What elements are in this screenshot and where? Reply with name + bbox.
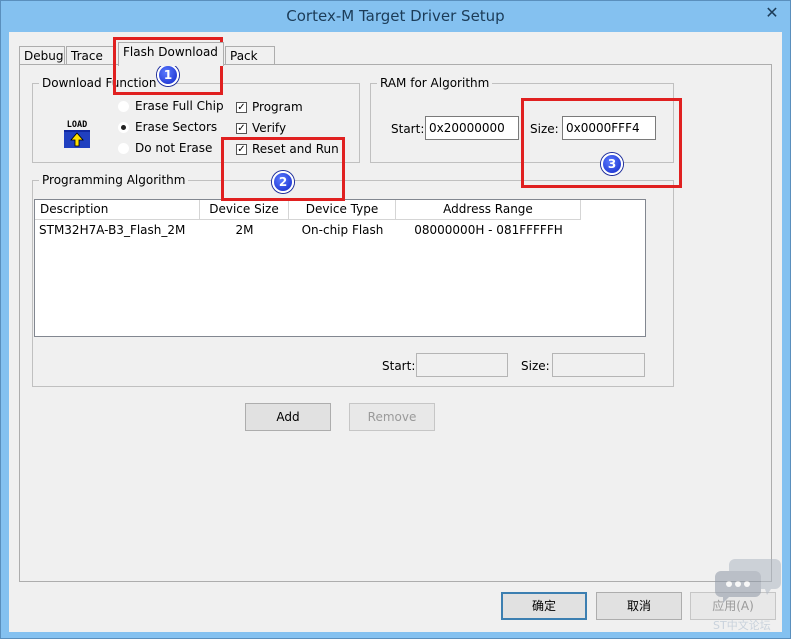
checkbox-reset-and-run-label: Reset and Run [252,142,339,156]
radio-do-not-erase-label: Do not Erase [135,141,213,155]
cancel-button[interactable]: 取消 [596,592,682,620]
ram-size-label: Size: [530,122,559,136]
cell-address-range: 08000000H - 081FFFFFH [414,223,563,237]
dialog-client-area: Debug Trace Flash Download Pack Download… [9,32,782,632]
checkbox-reset-and-run[interactable]: ✓ Reset and Run [236,141,339,157]
ram-start-input[interactable]: 0x20000000 [425,116,519,140]
ram-start-label: Start: [391,122,425,136]
algorithm-start-input[interactable] [416,353,508,377]
flash-download-panel: Download Function LOAD Erase Full Chip E… [19,64,772,582]
tab-pack[interactable]: Pack [225,46,275,65]
remove-button[interactable]: Remove [349,403,435,431]
algorithm-size-input[interactable] [552,353,645,377]
checkbox-program[interactable]: ✓ Program [236,99,303,115]
column-address-range[interactable]: Address Range [396,200,581,220]
ram-for-algorithm-group: RAM for Algorithm Start: 0x20000000 Size… [370,76,674,163]
radio-erase-full-chip-label: Erase Full Chip [135,99,224,113]
cell-device-size: 2M [235,223,254,237]
load-icon: LOAD [64,120,90,148]
checkbox-verify-box[interactable]: ✓ [236,122,247,134]
programming-algorithm-label: Programming Algorithm [39,173,189,187]
checkbox-verify-label: Verify [252,121,287,135]
cell-description: STM32H7A-B3_Flash_2M [39,223,186,237]
radio-do-not-erase[interactable]: Do not Erase [118,140,212,156]
ok-button[interactable]: 确定 [501,592,587,620]
watermark-chat-icon [715,559,781,603]
column-description[interactable]: Description [35,200,200,220]
add-button[interactable]: Add [245,403,331,431]
table-row[interactable]: STM32H7A-B3_Flash_2M 2M On-chip Flash 08… [35,220,645,240]
download-function-group: Download Function LOAD Erase Full Chip E… [32,76,360,163]
dialog-window: Cortex-M Target Driver Setup ✕ Debug Tra… [0,0,791,639]
radio-erase-sectors[interactable]: Erase Sectors [118,119,217,135]
column-device-size[interactable]: Device Size [200,200,289,220]
ram-size-input[interactable]: 0x0000FFF4 [562,116,656,140]
close-icon[interactable]: ✕ [757,1,787,23]
algorithm-list-header: Description Device Size Device Type Addr… [35,200,645,220]
tab-flash-download[interactable]: Flash Download [118,42,224,66]
checkbox-reset-and-run-box[interactable]: ✓ [236,143,247,155]
checkbox-program-box[interactable]: ✓ [236,101,247,113]
annotation-badge-2: 2 [272,171,294,193]
annotation-badge-1: 1 [157,64,179,86]
tab-debug[interactable]: Debug [19,46,65,65]
algorithm-list[interactable]: Description Device Size Device Type Addr… [34,199,646,337]
algorithm-size-label: Size: [521,359,550,373]
ram-for-algorithm-label: RAM for Algorithm [377,76,493,90]
radio-erase-full-chip[interactable]: Erase Full Chip [118,98,224,114]
checkbox-program-label: Program [252,100,303,114]
radio-erase-sectors-dot[interactable] [118,121,129,133]
algorithm-start-label: Start: [382,359,416,373]
watermark-text: ST中文论坛 [713,619,771,632]
cell-device-type: On-chip Flash [301,223,384,237]
download-function-label: Download Function [39,76,160,90]
radio-erase-sectors-label: Erase Sectors [135,120,218,134]
annotation-badge-3: 3 [601,153,623,175]
radio-erase-full-chip-dot[interactable] [118,100,129,112]
tab-trace[interactable]: Trace [66,46,116,65]
column-device-type[interactable]: Device Type [289,200,396,220]
window-title: Cortex-M Target Driver Setup [286,7,505,25]
load-icon-text: LOAD [67,120,87,130]
checkbox-verify[interactable]: ✓ Verify [236,120,286,136]
radio-do-not-erase-dot[interactable] [118,142,129,154]
